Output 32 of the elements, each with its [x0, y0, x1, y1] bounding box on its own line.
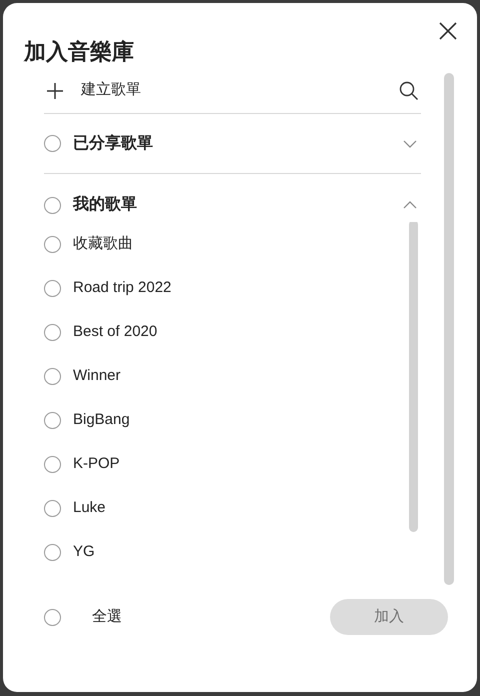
playlist-name[interactable]: Road trip 2022 [73, 276, 172, 300]
playlist-name[interactable]: Best of 2020 [73, 320, 158, 344]
playlist-name[interactable]: YG [73, 540, 95, 564]
select-all-label: 全選 [92, 606, 122, 627]
plus-icon [46, 82, 64, 100]
scrollbar[interactable] [409, 222, 418, 532]
playlist-name[interactable]: K-POP [73, 452, 120, 476]
radio-button[interactable] [44, 412, 61, 428]
chevron-down-icon[interactable] [403, 140, 417, 148]
radio-button[interactable] [44, 135, 61, 152]
create-playlist-button[interactable]: 建立歌單 [44, 79, 141, 102]
playlist-name[interactable]: BigBang [73, 408, 130, 432]
chevron-up-icon[interactable] [403, 201, 417, 209]
radio-button[interactable] [44, 196, 61, 214]
radio-button[interactable] [44, 500, 61, 516]
radio-button[interactable] [44, 324, 61, 340]
dialog-title: 加入音樂庫 [22, 38, 134, 66]
radio-button[interactable] [44, 608, 61, 626]
radio-button[interactable] [44, 368, 61, 384]
close-icon [438, 21, 458, 41]
radio-button[interactable] [44, 280, 61, 296]
scrollbar[interactable] [444, 73, 454, 585]
search-button[interactable] [399, 80, 419, 100]
playlist-name[interactable]: Winner [73, 364, 121, 388]
search-icon [399, 80, 419, 100]
section-title: 已分享歌單 [73, 133, 153, 154]
radio-button[interactable] [44, 456, 61, 472]
radio-button[interactable] [44, 544, 61, 560]
playlist-name[interactable]: 收藏歌曲 [73, 232, 133, 256]
playlist-name[interactable]: Luke [73, 496, 106, 520]
section-title: 我的歌單 [73, 194, 137, 215]
radio-button[interactable] [44, 236, 61, 252]
